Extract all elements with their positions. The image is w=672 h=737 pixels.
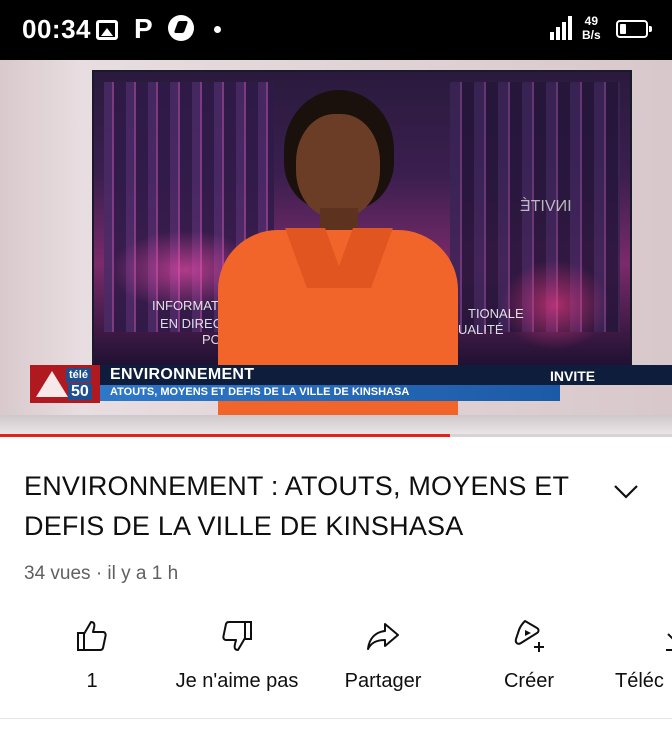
channel-number: 50: [68, 384, 92, 400]
channel-logo: télé 50: [30, 365, 100, 403]
dislike-button[interactable]: Je n'aime pas: [158, 610, 316, 706]
status-time: 00:34: [22, 14, 91, 44]
lower-third: télé 50 ENVIRONNEMENT INVITE ATOUTS, MOY…: [30, 365, 672, 403]
like-button[interactable]: 1: [40, 610, 144, 706]
like-count: 1: [86, 670, 98, 692]
action-bar: 1 Je n'aime pas Partager Créer Téléc: [0, 610, 672, 710]
thumbs-down-icon: [222, 621, 252, 651]
lower-third-tag: INVITE: [550, 368, 596, 384]
download-label: Téléc: [615, 670, 664, 692]
signal-icon: [550, 16, 572, 40]
channel-brand: télé: [66, 368, 91, 383]
lower-third-subtitle: ATOUTS, MOYENS ET DEFIS DE LA VILLE DE K…: [110, 386, 410, 398]
video-title[interactable]: ENVIRONNEMENT : ATOUTS, MOYENS ET DEFIS …: [24, 466, 584, 546]
backdrop-mirror-text: INVITÉ: [520, 198, 572, 215]
remix-icon: [514, 620, 544, 652]
net-speed-unit: B/s: [582, 28, 601, 42]
net-speed: 49 B/s: [582, 14, 601, 42]
p-app-icon: P: [134, 13, 153, 44]
download-button[interactable]: Téléc: [608, 610, 672, 706]
create-label: Créer: [503, 670, 554, 692]
status-bar: 00:34 P 49 B/s: [0, 0, 672, 60]
dot-icon: [214, 26, 221, 33]
video-progress-fill: [0, 434, 451, 437]
video-meta[interactable]: 34 vues · il y a 1 h: [24, 563, 178, 585]
battery-icon: [616, 20, 652, 38]
backdrop-text: UALITÉ: [458, 322, 504, 337]
share-label: Partager: [344, 670, 422, 692]
share-button[interactable]: Partager: [330, 610, 436, 706]
video-progress-bar[interactable]: [0, 434, 672, 437]
create-button[interactable]: Créer: [482, 610, 576, 706]
lower-third-title: ENVIRONNEMENT: [110, 366, 255, 383]
backdrop-text: EN DIREC: [160, 316, 223, 331]
gallery-icon: [96, 20, 118, 40]
channel-logo-icon: [36, 371, 68, 397]
share-icon: [367, 623, 399, 650]
dislike-label: Je n'aime pas: [175, 670, 299, 692]
backdrop-text: TIONALE: [468, 306, 524, 321]
bird-app-icon: [168, 15, 194, 41]
download-icon: [666, 633, 672, 651]
video-player[interactable]: INFORMAT EN DIREC PO TIONALE UALITÉ INVI…: [0, 60, 672, 437]
light-glow: [500, 260, 610, 350]
backdrop-text: INFORMAT: [152, 298, 219, 313]
net-speed-value: 49: [584, 14, 599, 28]
thumbs-up-icon: [77, 621, 107, 651]
divider: [0, 718, 672, 719]
chevron-down-icon[interactable]: [612, 480, 640, 502]
